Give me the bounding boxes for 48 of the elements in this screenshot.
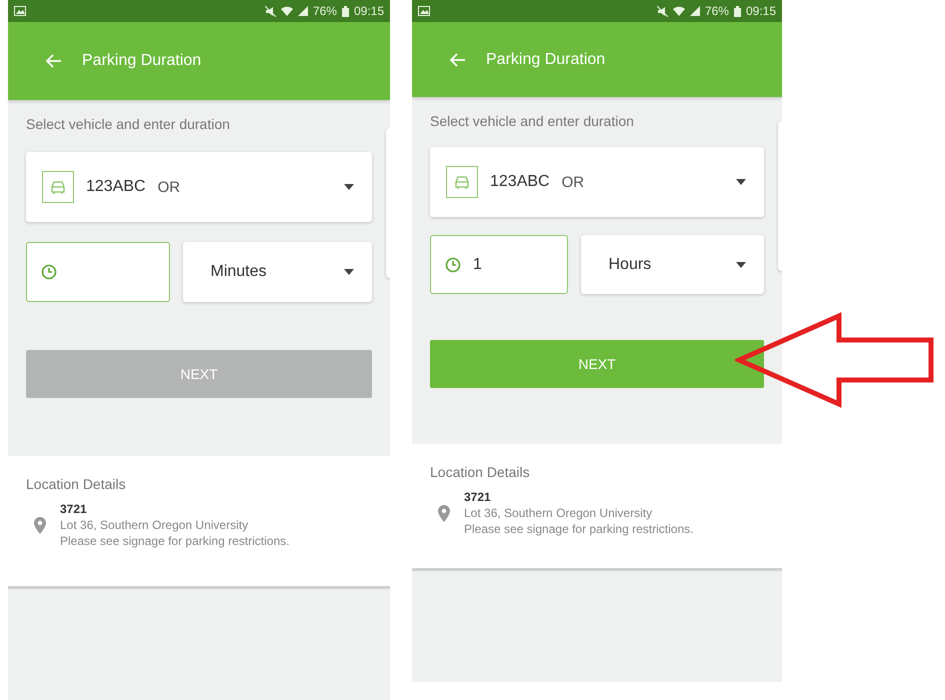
license-plate: 123ABC [86, 178, 146, 196]
image-icon [418, 6, 430, 16]
map-pin-icon [438, 504, 450, 522]
signal-icon [298, 6, 308, 16]
duration-field[interactable]: 1 [430, 235, 568, 294]
vehicle-state: OR [562, 174, 584, 190]
wifi-icon [672, 6, 685, 16]
instruction-text: Select vehicle and enter duration [26, 116, 231, 132]
car-icon [42, 171, 74, 203]
instruction-text: Select vehicle and enter duration [430, 113, 635, 129]
vehicle-state: OR [158, 178, 180, 196]
location-name: Lot 36, Southern Oregon University [464, 506, 654, 520]
section-heading: Location Details [26, 476, 127, 492]
vehicle-dropdown[interactable]: 123ABC OR [430, 147, 764, 217]
unit-dropdown[interactable]: Minutes [182, 242, 372, 302]
signal-icon [690, 6, 700, 16]
location-name: Lot 36, Southern Oregon University [60, 518, 250, 532]
dropdown-caret-icon [736, 262, 746, 268]
vehicle-dropdown[interactable]: 123ABC OR [26, 152, 372, 222]
screen-title: Parking Duration [82, 52, 202, 70]
wifi-icon [280, 6, 293, 16]
screen-title: Parking Duration [486, 50, 606, 68]
parking-note: Please see signage for parking restrictions. [60, 534, 290, 548]
dropdown-caret-icon [344, 184, 354, 190]
dropdown-caret-icon [344, 269, 354, 275]
clock-time: 09:15 [746, 4, 776, 18]
mute-icon [656, 6, 668, 16]
dropdown-caret-icon [736, 179, 746, 185]
back-arrow-icon[interactable] [46, 54, 62, 68]
mute-icon [264, 6, 276, 16]
battery-icon [734, 6, 741, 16]
car-icon [446, 166, 478, 198]
battery-icon [342, 6, 349, 16]
section-heading: Location Details [430, 464, 531, 480]
clock-icon [41, 264, 57, 280]
unit-dropdown[interactable]: Hours [580, 235, 764, 294]
clock-icon [445, 256, 461, 272]
location-id: 3721 [60, 502, 88, 516]
location-id: 3721 [464, 490, 492, 504]
map-pin-icon [34, 516, 46, 534]
parking-note: Please see signage for parking restrictions. [464, 522, 694, 536]
image-icon [14, 6, 26, 16]
battery-percent: 76% [704, 4, 729, 18]
license-plate: 123ABC [490, 173, 550, 191]
duration-field[interactable] [26, 242, 170, 302]
clock-time: 09:15 [354, 4, 384, 18]
battery-percent: 76% [312, 4, 337, 18]
back-arrow-icon[interactable] [450, 52, 466, 66]
